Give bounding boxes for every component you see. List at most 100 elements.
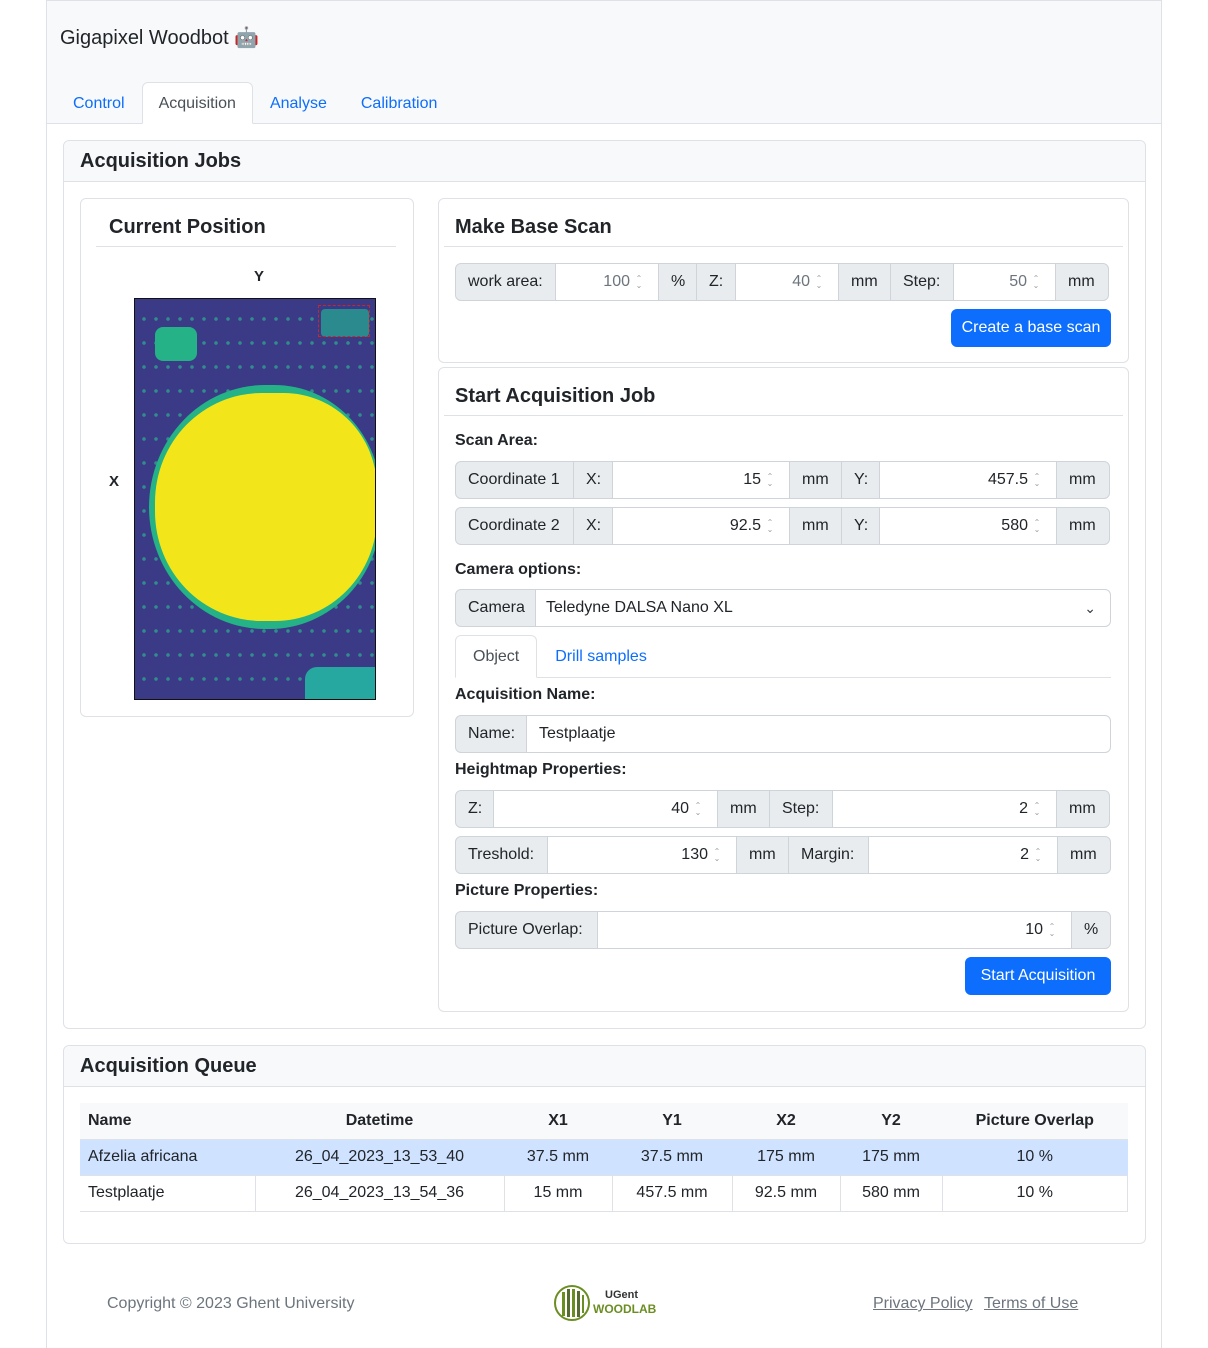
- camera-select[interactable]: Teledyne DALSA Nano XL ⌄: [535, 589, 1111, 627]
- picture-overlap-value: 10: [1025, 921, 1043, 938]
- table-row[interactable]: Afzelia africana 26_04_2023_13_53_40 37.…: [80, 1139, 1128, 1176]
- camera-options-label: Camera options:: [455, 561, 582, 578]
- heightmap-z-step-group: Z: 40 ⌃ ⌄ mm Step: 2 ⌃ ⌄ mm: [455, 790, 1111, 828]
- coordinate-2-label: Coordinate 2: [455, 507, 574, 545]
- spinner-icon[interactable]: ⌃ ⌄: [634, 275, 644, 290]
- col-x1: X1: [504, 1103, 612, 1140]
- terms-of-use-link[interactable]: Terms of Use: [984, 1295, 1078, 1313]
- hm-z-input[interactable]: 40 ⌃ ⌄: [493, 790, 718, 828]
- coord1-y-label: Y:: [841, 461, 880, 499]
- tab-control[interactable]: Control: [56, 82, 142, 124]
- cell-overlap: 10 %: [942, 1175, 1128, 1212]
- tab-acquisition[interactable]: Acquisition: [141, 82, 253, 124]
- coord1-y-input[interactable]: 457.5 ⌃ ⌄: [879, 461, 1057, 499]
- base-z-input[interactable]: 40 ⌃ ⌄: [735, 263, 839, 301]
- cell-name: Afzelia africana: [80, 1139, 255, 1176]
- start-job-title: Start Acquisition Job: [444, 376, 1123, 416]
- copyright-text: Copyright © 2023 Ghent University: [107, 1295, 355, 1312]
- tab-analyse[interactable]: Analyse: [253, 82, 344, 124]
- position-heatmap[interactable]: [134, 298, 376, 700]
- cell-y1: 457.5 mm: [612, 1175, 733, 1212]
- col-picture-overlap: Picture Overlap: [942, 1103, 1128, 1140]
- cell-datetime: 26_04_2023_13_53_40: [255, 1139, 504, 1176]
- spinner-icon[interactable]: ⌃ ⌄: [765, 473, 775, 488]
- name-label: Name:: [455, 715, 527, 753]
- name-group: Name: Testplaatje: [455, 715, 1111, 753]
- table-header-row: Name Datetime X1 Y1 X2 Y2 Picture Overla…: [80, 1103, 1128, 1140]
- spinner-icon[interactable]: ⌃ ⌄: [712, 848, 722, 863]
- acquisition-jobs-title: Acquisition Jobs: [64, 141, 1145, 182]
- hm-z-label: Z:: [455, 790, 494, 828]
- base-z-label: Z:: [696, 263, 736, 301]
- spinner-icon[interactable]: ⌃ ⌄: [1032, 802, 1042, 817]
- threshold-input[interactable]: 130 ⌃ ⌄: [547, 836, 737, 874]
- cell-datetime: 26_04_2023_13_54_36: [255, 1175, 505, 1212]
- cell-x2: 175 mm: [732, 1139, 840, 1176]
- scan-area-label: Scan Area:: [455, 432, 538, 449]
- table-row[interactable]: Testplaatje 26_04_2023_13_54_36 15 mm 45…: [80, 1175, 1128, 1212]
- tab-drill-samples[interactable]: Drill samples: [537, 635, 665, 678]
- privacy-policy-link[interactable]: Privacy Policy: [873, 1295, 973, 1313]
- coord2-x-label: X:: [573, 507, 613, 545]
- margin-label: Margin:: [788, 836, 869, 874]
- base-scan-panel: Make Base Scan work area: 100 ⌃ ⌄ % Z: 40 ⌃…: [438, 198, 1129, 363]
- cell-x2: 92.5 mm: [732, 1175, 841, 1212]
- work-area-unit: %: [658, 263, 697, 301]
- create-base-scan-button[interactable]: Create a base scan: [951, 309, 1111, 347]
- current-position-panel: Current Position Y X: [80, 198, 414, 717]
- coord1-x-input[interactable]: 15 ⌃ ⌄: [612, 461, 790, 499]
- picture-properties-label: Picture Properties:: [455, 882, 599, 899]
- margin-unit: mm: [1057, 836, 1111, 874]
- threshold-label: Treshold:: [455, 836, 548, 874]
- main-nav-tabs: Control Acquisition Analyse Calibration: [56, 82, 454, 124]
- coord1-x-unit: mm: [789, 461, 842, 499]
- axis-x-label: X: [109, 473, 120, 490]
- woodlab-logo-icon: [554, 1285, 590, 1321]
- acquisition-queue-card: Acquisition Queue Name Datetime X1 Y1 X2…: [63, 1045, 1146, 1244]
- spinner-icon[interactable]: ⌃ ⌄: [1047, 923, 1057, 938]
- camera-select-group: Camera Teledyne DALSA Nano XL ⌄: [455, 589, 1111, 627]
- axis-y-label: Y: [254, 268, 265, 285]
- job-type-tabs: Object Drill samples: [455, 635, 1111, 678]
- acquisition-queue-title: Acquisition Queue: [64, 1046, 1145, 1087]
- spinner-icon[interactable]: ⌃ ⌄: [765, 519, 775, 534]
- spinner-icon[interactable]: ⌃ ⌄: [1032, 473, 1042, 488]
- margin-value: 2: [1020, 846, 1029, 863]
- coord2-x-input[interactable]: 92.5 ⌃ ⌄: [612, 507, 790, 545]
- cell-y2: 175 mm: [840, 1139, 942, 1176]
- work-area-label: work area:: [455, 263, 556, 301]
- woodlab-logo: UGent WOODLAB: [553, 1283, 657, 1323]
- bottom-right-spot: [305, 667, 375, 699]
- coordinate-2-inputs: Coordinate 2 X: 92.5 ⌃ ⌄ mm Y: 580 ⌃ ⌄ mm: [455, 507, 1111, 545]
- spinner-icon[interactable]: ⌃ ⌄: [814, 275, 824, 290]
- margin-input[interactable]: 2 ⌃ ⌄: [868, 836, 1058, 874]
- spinner-icon[interactable]: ⌃ ⌄: [693, 802, 703, 817]
- sample-blob: [155, 393, 375, 621]
- hm-step-value: 2: [1019, 800, 1028, 817]
- camera-select-value: Teledyne DALSA Nano XL: [546, 599, 733, 616]
- start-acquisition-button[interactable]: Start Acquisition: [965, 957, 1111, 995]
- spinner-icon[interactable]: ⌃ ⌄: [1031, 275, 1041, 290]
- hm-step-input[interactable]: 2 ⌃ ⌄: [832, 790, 1057, 828]
- cell-y1: 37.5 mm: [612, 1139, 732, 1176]
- hm-step-label: Step:: [769, 790, 833, 828]
- coord2-y-unit: mm: [1056, 507, 1110, 545]
- cell-x1: 15 mm: [504, 1175, 613, 1212]
- tab-object[interactable]: Object: [455, 635, 538, 678]
- spinner-icon[interactable]: ⌃ ⌄: [1033, 848, 1043, 863]
- base-step-input[interactable]: 50 ⌃ ⌄: [953, 263, 1056, 301]
- work-area-value: 100: [603, 273, 630, 290]
- picture-overlap-group: Picture Overlap: 10 ⌃ ⌄ %: [455, 911, 1111, 949]
- picture-overlap-input[interactable]: 10 ⌃ ⌄: [597, 911, 1072, 949]
- work-area-input[interactable]: 100 ⌃ ⌄: [555, 263, 659, 301]
- coord2-y-input[interactable]: 580 ⌃ ⌄: [879, 507, 1057, 545]
- base-step-unit: mm: [1055, 263, 1109, 301]
- acquisition-queue-table: Name Datetime X1 Y1 X2 Y2 Picture Overla…: [80, 1103, 1128, 1212]
- spinner-icon[interactable]: ⌃ ⌄: [1032, 519, 1042, 534]
- tab-calibration[interactable]: Calibration: [344, 82, 454, 124]
- acquisition-name-input[interactable]: Testplaatje: [526, 715, 1111, 753]
- cell-y2: 580 mm: [840, 1175, 943, 1212]
- chevron-down-icon: ⌄: [1084, 600, 1096, 616]
- coord2-y-value: 580: [1001, 517, 1028, 534]
- current-position-marker: [318, 305, 370, 337]
